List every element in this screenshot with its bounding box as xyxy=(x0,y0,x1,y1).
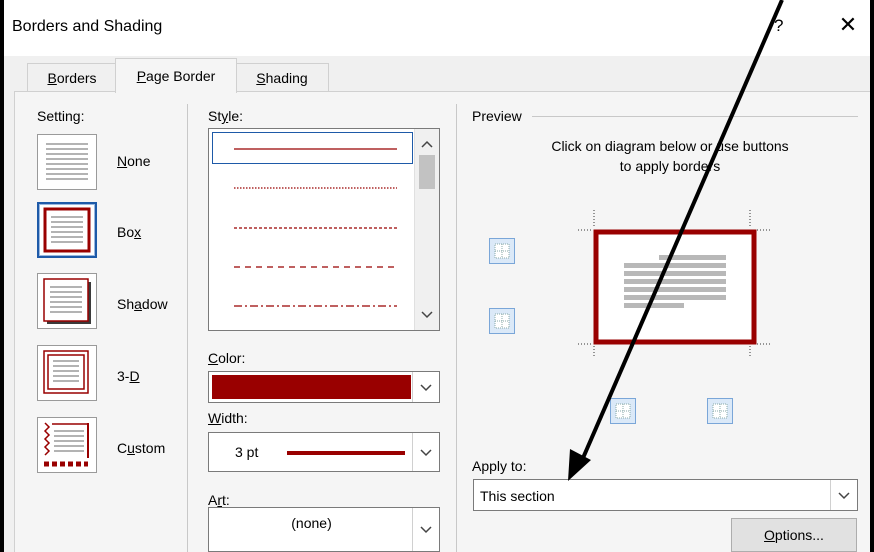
setting-none-label[interactable]: None xyxy=(117,153,150,169)
chevron-down-icon xyxy=(420,384,432,392)
setting-shadow-label[interactable]: Shadow xyxy=(117,296,168,312)
chevron-down-icon xyxy=(420,449,432,457)
art-dropdown-arrow[interactable] xyxy=(412,508,439,551)
art-dropdown[interactable]: (none) xyxy=(208,507,440,552)
tab-shading[interactable]: Shading xyxy=(235,63,329,92)
setting-shadow-thumbnail[interactable] xyxy=(37,273,97,329)
apply-to-dropdown-arrow[interactable] xyxy=(830,480,857,510)
left-border-button[interactable] xyxy=(610,398,636,424)
line-style-samples xyxy=(234,148,397,307)
preview-instructions-line2: to apply borders xyxy=(619,158,721,174)
preview-header-rule xyxy=(532,116,858,117)
setting-3d-label[interactable]: 3-D xyxy=(117,368,140,384)
border-top-icon xyxy=(494,243,510,259)
width-dropdown[interactable]: 3 pt xyxy=(208,432,440,472)
art-label: Art: xyxy=(208,492,230,508)
bottom-border-button[interactable] xyxy=(489,308,515,334)
preview-divider xyxy=(456,104,457,552)
setting-none-thumbnail[interactable] xyxy=(37,134,97,190)
tab-page-border[interactable]: Page Border xyxy=(115,58,237,93)
color-dropdown-arrow[interactable] xyxy=(412,372,439,402)
scroll-up-icon[interactable] xyxy=(415,134,439,154)
setting-custom-thumbnail[interactable] xyxy=(37,417,97,473)
chevron-down-icon xyxy=(420,526,432,534)
preview-diagram[interactable] xyxy=(574,210,774,360)
apply-to-dropdown[interactable]: This section xyxy=(473,479,858,511)
apply-to-value: This section xyxy=(480,488,555,504)
color-label: Color: xyxy=(208,350,246,366)
dialog-title: Borders and Shading xyxy=(12,18,163,35)
border-right-icon xyxy=(712,403,728,419)
scroll-thumb[interactable] xyxy=(419,155,435,189)
setting-custom-label[interactable]: Custom xyxy=(117,440,165,456)
width-line-sample xyxy=(287,451,405,455)
width-label: Width: xyxy=(208,410,248,426)
style-scrollbar[interactable] xyxy=(414,129,439,330)
apply-to-label: Apply to: xyxy=(472,458,527,474)
help-button[interactable]: ? xyxy=(774,16,783,36)
color-swatch xyxy=(212,375,411,399)
setting-custom-icon xyxy=(43,422,89,467)
setting-3d-thumbnail[interactable] xyxy=(37,345,97,401)
chevron-down-icon xyxy=(838,492,850,500)
setting-divider xyxy=(187,104,188,552)
art-value: (none) xyxy=(291,515,332,531)
scroll-down-icon[interactable] xyxy=(415,305,439,325)
setting-box-thumbnail[interactable] xyxy=(37,202,97,258)
borders-and-shading-dialog: Borders and Shading ? ✕ Borders Page Bor… xyxy=(4,0,870,552)
setting-3d-icon xyxy=(43,350,89,394)
setting-shadow-icon xyxy=(43,278,91,324)
width-value: 3 pt xyxy=(235,444,259,460)
options-button[interactable]: Options... xyxy=(731,518,857,552)
setting-box-icon xyxy=(43,207,91,253)
right-border-button[interactable] xyxy=(707,398,733,424)
border-bottom-icon xyxy=(494,313,510,329)
title-bar: Borders and Shading ? ✕ xyxy=(4,0,870,56)
width-dropdown-arrow[interactable] xyxy=(412,433,439,471)
setting-box-label[interactable]: Box xyxy=(117,224,141,240)
border-left-icon xyxy=(615,403,631,419)
preview-instructions-line1: Click on diagram below or use buttons xyxy=(551,138,789,154)
color-dropdown[interactable] xyxy=(208,371,440,403)
setting-none-icon xyxy=(46,143,88,180)
close-button[interactable]: ✕ xyxy=(836,12,860,38)
style-label: Style: xyxy=(208,108,244,124)
top-border-button[interactable] xyxy=(489,238,515,264)
tab-borders[interactable]: Borders xyxy=(27,63,117,92)
setting-label: Setting: xyxy=(37,108,85,124)
preview-label: Preview xyxy=(472,108,522,124)
style-listbox[interactable] xyxy=(208,128,440,331)
